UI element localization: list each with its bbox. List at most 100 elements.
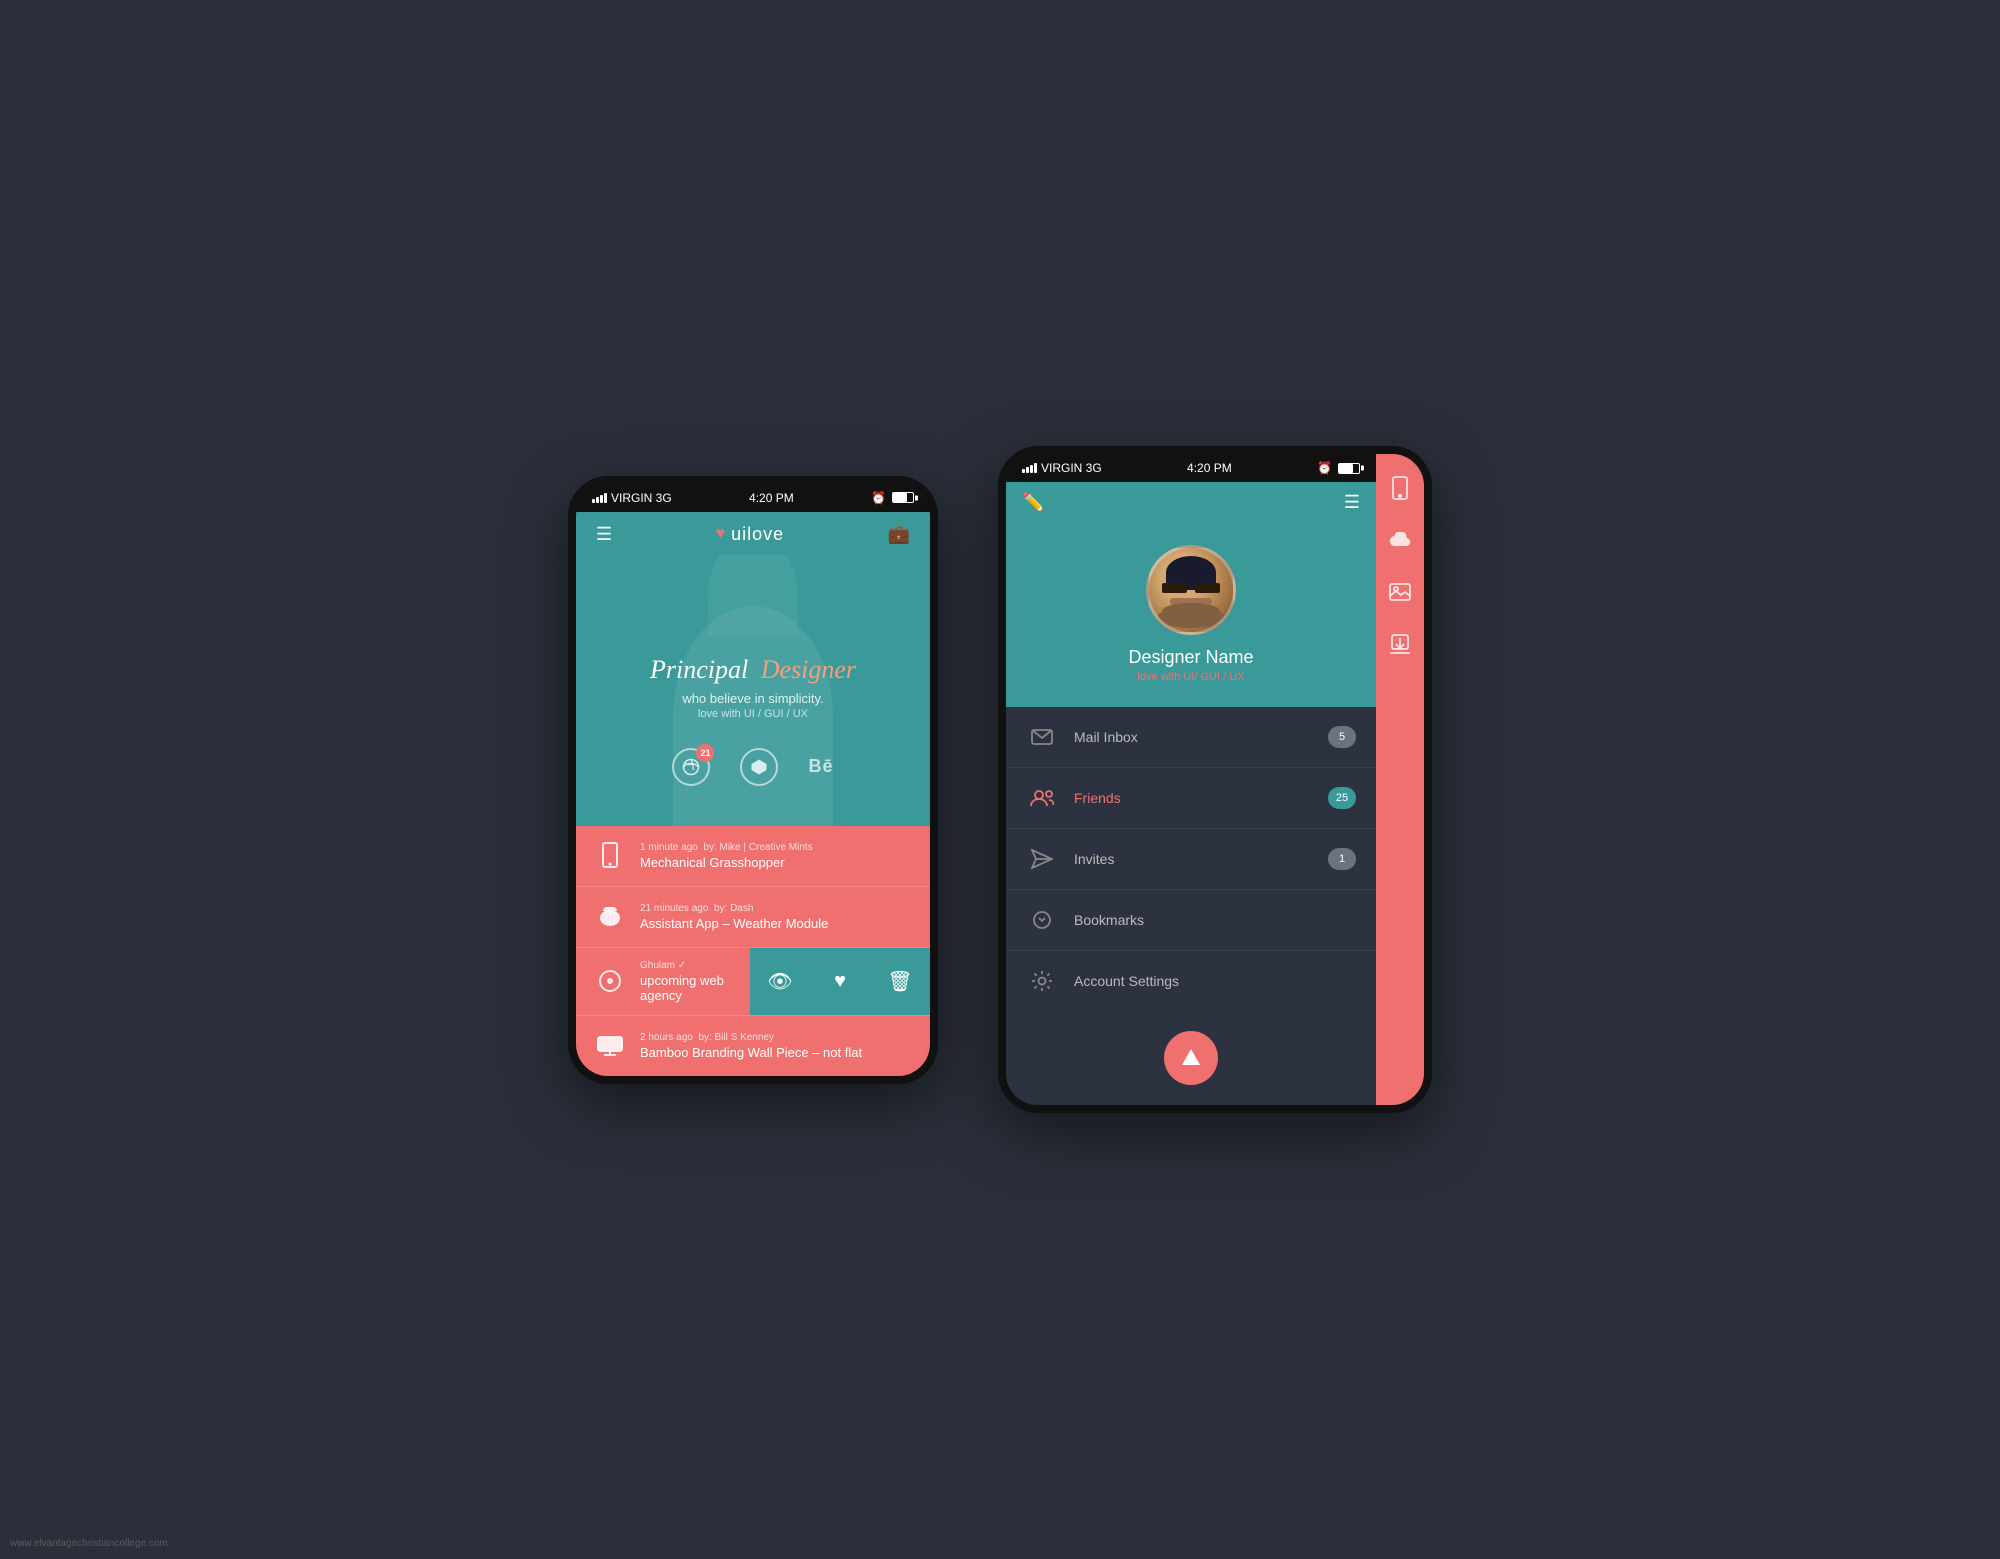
menu-item-settings[interactable]: Account Settings: [1006, 951, 1376, 1011]
feed-item-0[interactable]: 1 minute ago by: Mike | Creative Mints M…: [576, 826, 930, 887]
brand-logo: ♥ uilove: [716, 524, 785, 545]
signal-bars-1: [592, 493, 607, 503]
feed-text-1: 21 minutes ago by: Dash Assistant App – …: [640, 903, 914, 931]
feed-title-1: Assistant App – Weather Module: [640, 916, 914, 931]
time-2: 4:20 PM: [1187, 461, 1232, 475]
feed-text-3: 2 hours ago by: Bill S Kenney Bamboo Bra…: [640, 1032, 914, 1060]
hero-text: Principal Designer who believe in simpli…: [596, 635, 910, 730]
strip-mobile-icon[interactable]: [1386, 474, 1414, 502]
feed-meta-1: 21 minutes ago by: Dash: [640, 903, 914, 914]
time-1: 4:20 PM: [749, 491, 794, 505]
profile-section: Designer Name love with UI/ GUI / UX: [1006, 529, 1376, 707]
behance-label[interactable]: Bē: [808, 756, 833, 777]
send-icon: [1026, 843, 1058, 875]
carrier-info-1: VIRGIN 3G: [592, 491, 672, 505]
delete-action-btn[interactable]: 🗑: [870, 948, 930, 1015]
feed-meta-2: Ghulam ✓: [640, 960, 740, 971]
feed-item-1[interactable]: 21 minutes ago by: Dash Assistant App – …: [576, 887, 930, 948]
feed-item-3[interactable]: 2 hours ago by: Bill S Kenney Bamboo Bra…: [576, 1016, 930, 1076]
signal-bars-2: [1022, 463, 1037, 473]
profile-name: Designer Name: [1128, 647, 1253, 668]
feed-title-2: upcoming web agency: [640, 973, 740, 1003]
menu-badge-mail: 5: [1328, 726, 1356, 748]
feed-meta-3: 2 hours ago by: Bill S Kenney: [640, 1032, 914, 1043]
logout-button[interactable]: [1164, 1031, 1218, 1085]
sketch-icon[interactable]: [740, 748, 778, 786]
battery-icon-2: [1338, 463, 1360, 474]
phone-2: VIRGIN 3G 4:20 PM ⏰ ✏️ ☰: [1006, 454, 1376, 1105]
status-bar-2: VIRGIN 3G 4:20 PM ⏰: [1006, 454, 1376, 482]
avatar-face: [1149, 548, 1233, 632]
hero-subtitle1: who believe in simplicity.: [606, 691, 900, 706]
feed-meta-0: 1 minute ago by: Mike | Creative Mints: [640, 842, 914, 853]
menu-label-mail: Mail Inbox: [1074, 729, 1328, 745]
feed-title-3: Bamboo Branding Wall Piece – not flat: [640, 1045, 914, 1060]
carrier-text-2: VIRGIN 3G: [1041, 461, 1102, 475]
edit-icon[interactable]: ✏️: [1022, 492, 1044, 513]
menu-label-invites: Invites: [1074, 851, 1328, 867]
avatar: [1146, 545, 1236, 635]
like-action-btn[interactable]: ♥: [810, 948, 870, 1015]
hero-image-area: [596, 555, 910, 635]
phone2-top-nav: ✏️ ☰: [1006, 482, 1376, 529]
feed-icon-0: [592, 838, 628, 874]
hero-subtitle2: love with UI / GUI / UX: [606, 708, 900, 720]
view-action-btn[interactable]: 👁: [750, 948, 810, 1015]
strip-image-icon[interactable]: [1386, 578, 1414, 606]
feed-list: 1 minute ago by: Mike | Creative Mints M…: [576, 826, 930, 1076]
menu-label-friends: Friends: [1074, 790, 1328, 806]
feed-item-actions: 👁 ♥ 🗑: [750, 948, 930, 1015]
menu-item-invites[interactable]: Invites 1: [1006, 829, 1376, 890]
feed-item-2[interactable]: Ghulam ✓ upcoming web agency 👁 ♥ 🗑: [576, 948, 930, 1016]
phone2-nav: ✏️ ☰: [1022, 492, 1360, 513]
status-bar-1: VIRGIN 3G 4:20 PM ⏰: [576, 484, 930, 512]
phone1-header-content: ☰ ♥ uilove 💼 Principal Designer who beli…: [596, 524, 910, 796]
status-right-2: ⏰: [1317, 461, 1360, 475]
phone1-header: ☰ ♥ uilove 💼 Principal Designer who beli…: [576, 512, 930, 826]
sidebar-strip: [1376, 454, 1424, 1105]
alarm-icon-2: ⏰: [1317, 461, 1332, 475]
watermark: www.elvantagechristiancollege.com: [10, 1538, 168, 1549]
menu-label-bookmarks: Bookmarks: [1074, 912, 1356, 928]
heart-icon: ♥: [716, 525, 726, 543]
menu-badge-friends: 25: [1328, 787, 1356, 809]
phone1-nav: ☰ ♥ uilove 💼: [596, 524, 910, 545]
carrier-info-2: VIRGIN 3G: [1022, 461, 1102, 475]
hero-tagline1: Principal Designer: [606, 655, 900, 685]
profile-subtitle: love with UI/ GUI / UX: [1138, 671, 1245, 683]
feed-title-0: Mechanical Grasshopper: [640, 855, 914, 870]
settings-icon: [1026, 965, 1058, 997]
dribbble-icon[interactable]: 21: [672, 748, 710, 786]
feed-text-2: Ghulam ✓ upcoming web agency: [640, 960, 740, 1003]
feed-icon-3: [592, 1028, 628, 1064]
carrier-text-1: VIRGIN 3G: [611, 491, 672, 505]
strip-cloud-icon[interactable]: [1386, 526, 1414, 554]
menu-item-mail[interactable]: Mail Inbox 5: [1006, 707, 1376, 768]
status-right-1: ⏰: [871, 491, 914, 505]
social-icons-row: 21 Bē: [596, 748, 910, 796]
dribbble-badge: 21: [696, 744, 714, 762]
logout-section: [1006, 1011, 1376, 1105]
menu-label-settings: Account Settings: [1074, 973, 1356, 989]
feed-text-0: 1 minute ago by: Mike | Creative Mints M…: [640, 842, 914, 870]
tagline-plain: Principal: [650, 655, 748, 684]
feed-icon-1: [592, 899, 628, 935]
hamburger-icon[interactable]: ☰: [596, 524, 612, 545]
menu-item-bookmarks[interactable]: Bookmarks: [1006, 890, 1376, 951]
feed-icon-2: [592, 963, 628, 999]
strip-download-icon[interactable]: [1386, 630, 1414, 658]
briefcase-icon[interactable]: 💼: [888, 524, 910, 545]
mail-icon: [1026, 721, 1058, 753]
phone-1: VIRGIN 3G 4:20 PM ⏰ ☰ ♥ uilove 💼: [568, 476, 938, 1084]
bookmark-icon: [1026, 904, 1058, 936]
menu-badge-invites: 1: [1328, 848, 1356, 870]
friends-icon: [1026, 782, 1058, 814]
phone-2-wrapper: VIRGIN 3G 4:20 PM ⏰ ✏️ ☰: [998, 446, 1432, 1113]
tagline-highlight: Designer: [761, 655, 856, 684]
menu-item-friends[interactable]: Friends 25: [1006, 768, 1376, 829]
brand-name: uilove: [731, 524, 784, 545]
alarm-icon: ⏰: [871, 491, 886, 505]
hamburger-icon-2[interactable]: ☰: [1344, 492, 1360, 513]
battery-icon-1: [892, 492, 914, 503]
menu-list: Mail Inbox 5 Friends 25: [1006, 707, 1376, 1011]
